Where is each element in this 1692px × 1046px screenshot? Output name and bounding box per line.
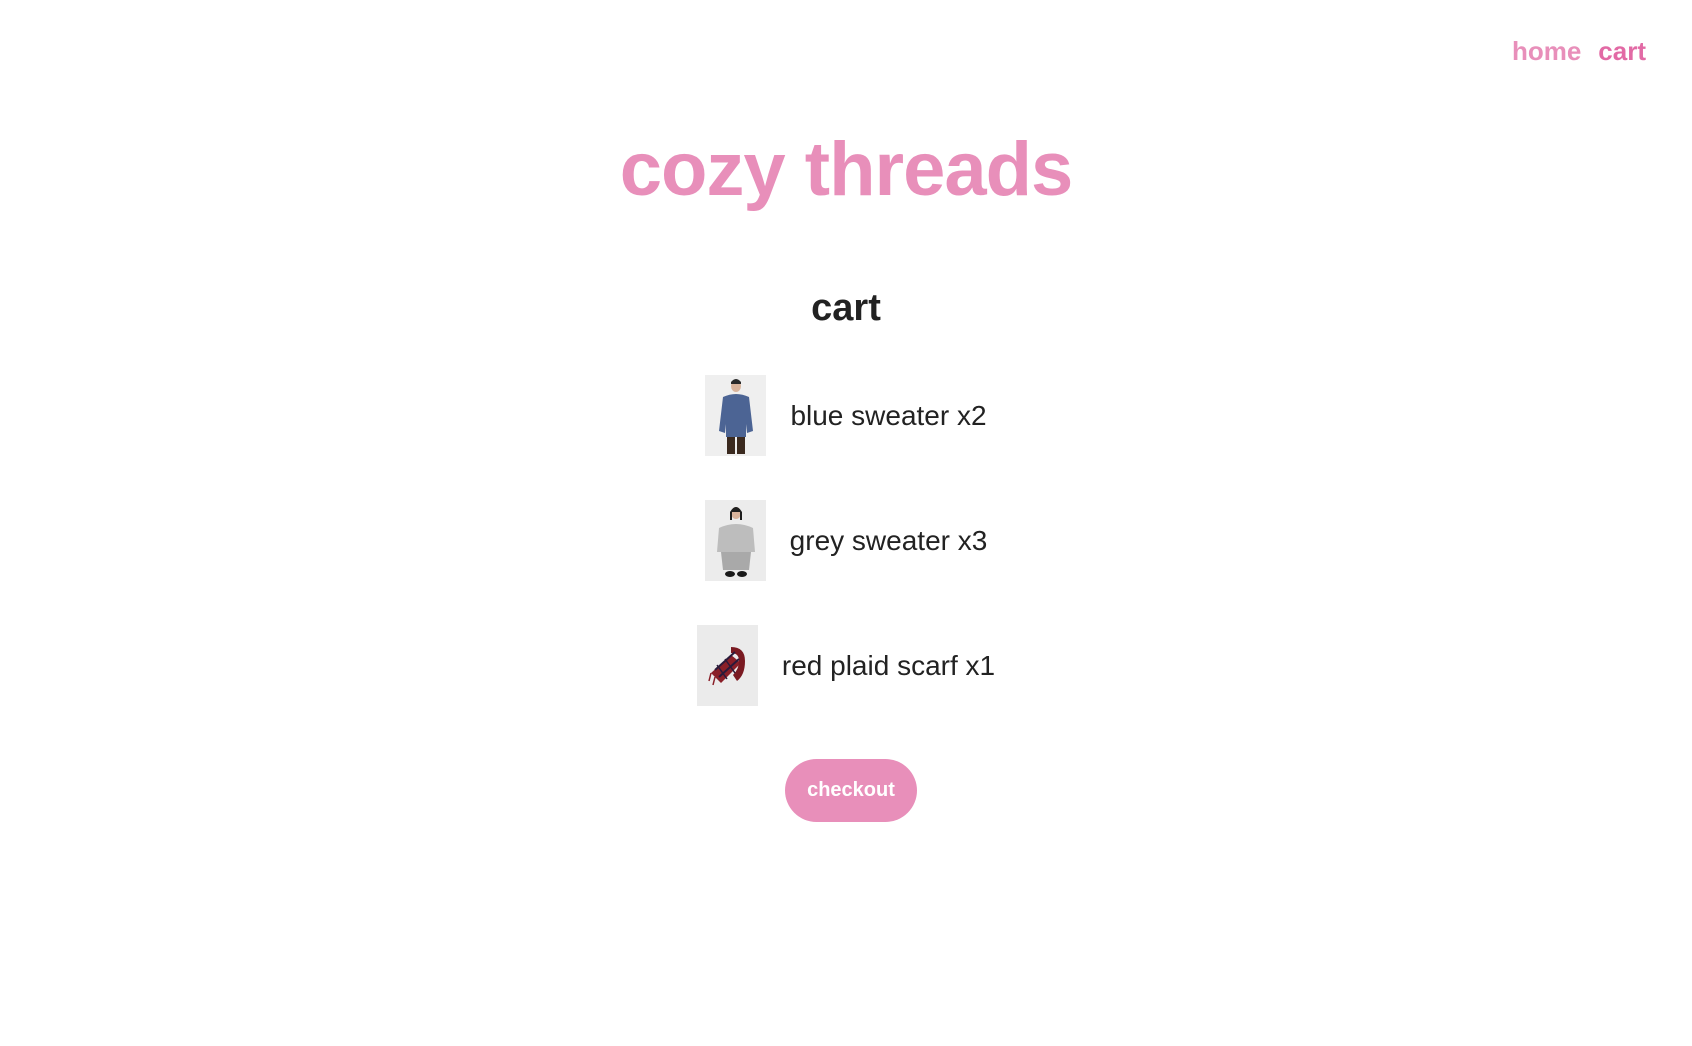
product-thumbnail-red-plaid-scarf	[696, 625, 758, 706]
checkout-button[interactable]: checkout	[785, 759, 917, 822]
cart-item-blue-sweater: blue sweater x2	[705, 375, 987, 456]
product-thumbnail-grey-sweater	[704, 500, 766, 581]
cart-item-red-plaid-scarf: red plaid scarf x1	[696, 625, 996, 706]
top-nav: home cart	[1512, 36, 1646, 67]
site-title: cozy threads	[619, 127, 1074, 212]
nav-link-home[interactable]: home	[1512, 36, 1581, 67]
cart-item-label: red plaid scarf x1	[781, 649, 996, 681]
page-title: cart	[811, 287, 881, 329]
cart-item-label: blue sweater x2	[790, 399, 987, 431]
cart-item-label: grey sweater x3	[789, 524, 988, 556]
nav-link-cart[interactable]: cart	[1598, 36, 1646, 67]
cart-list: blue sweater x2 grey sweater x3 red plai…	[0, 375, 1692, 750]
cart-item-grey-sweater: grey sweater x3	[704, 500, 988, 581]
product-thumbnail-blue-sweater	[705, 375, 767, 456]
